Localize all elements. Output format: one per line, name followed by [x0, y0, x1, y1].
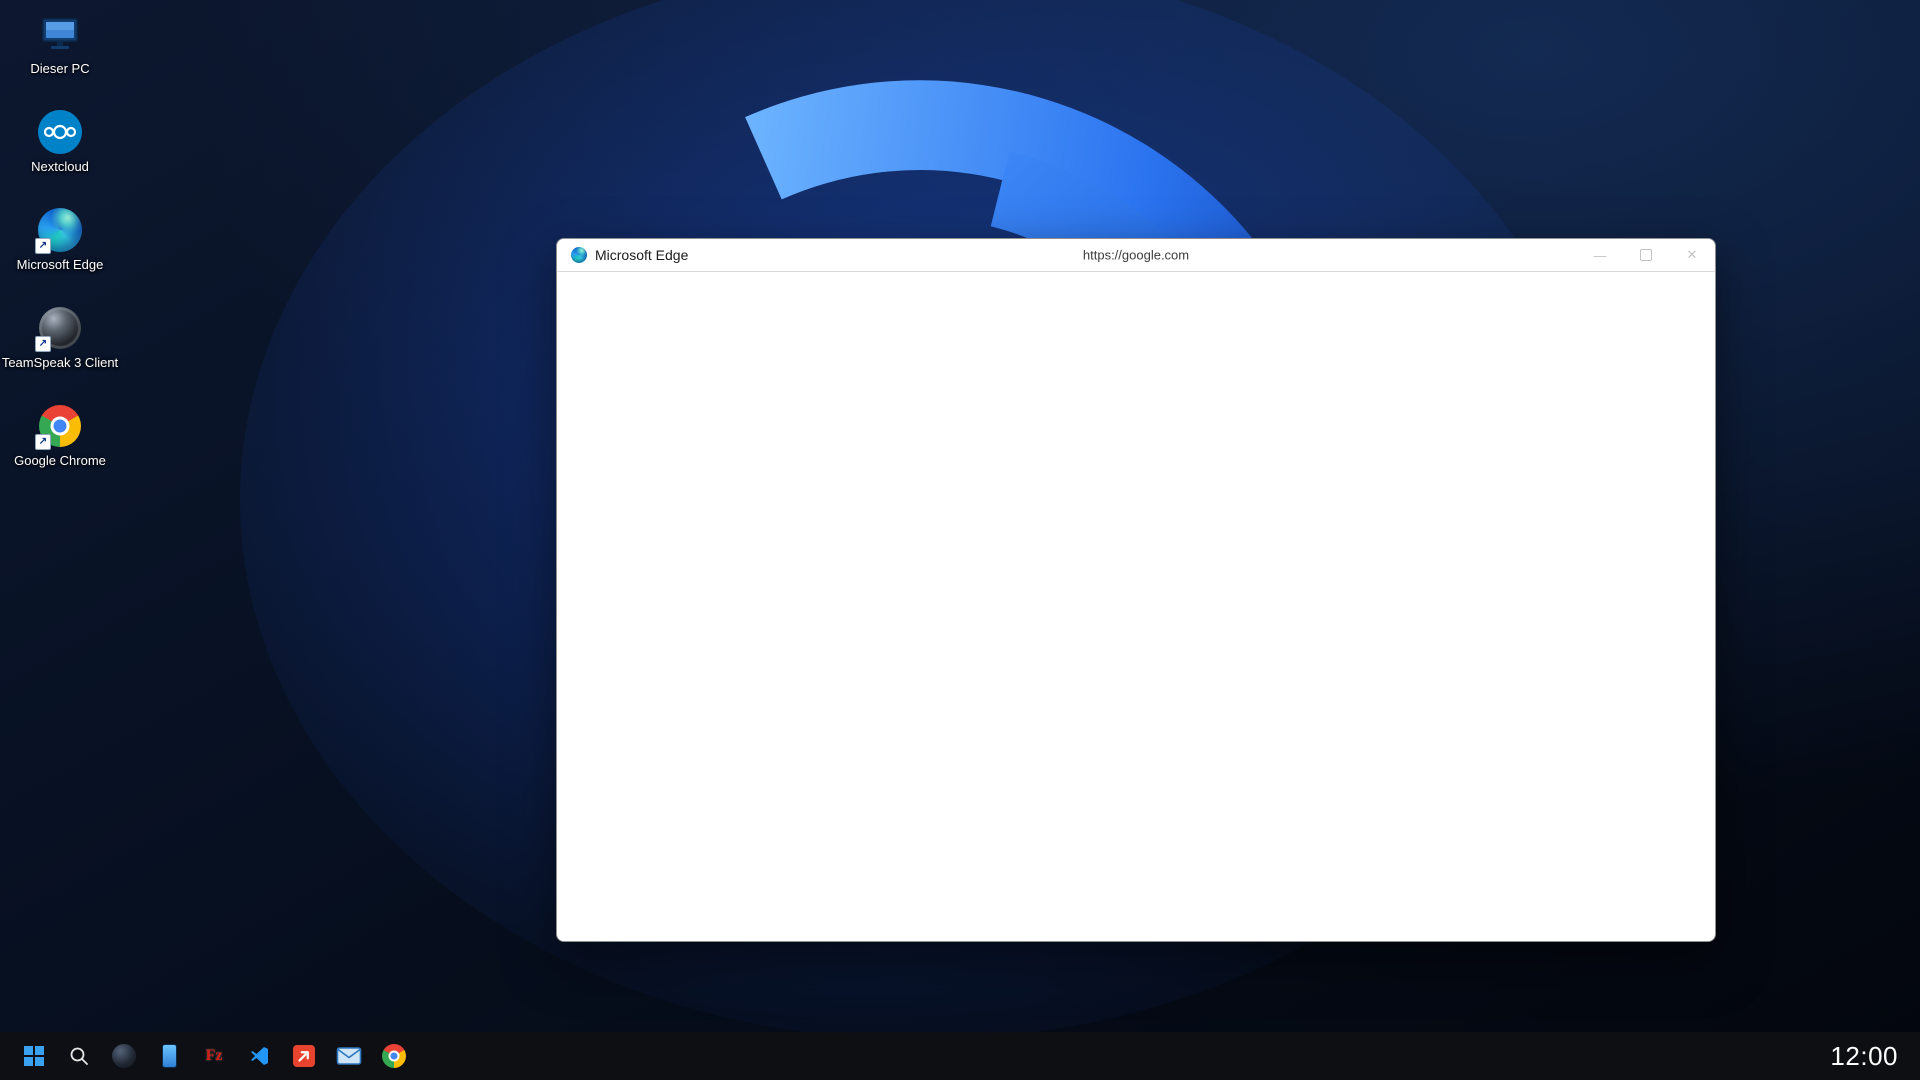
- shortcut-arrow-badge: ↗: [35, 238, 51, 254]
- close-icon: ✕: [1687, 247, 1698, 263]
- nextcloud-icon: [38, 110, 82, 154]
- start-button[interactable]: [14, 1036, 54, 1076]
- vscode-button[interactable]: [239, 1036, 279, 1076]
- dark-sphere-app-button[interactable]: [104, 1036, 144, 1076]
- desktop-icon-teamspeak[interactable]: ↗ TeamSpeak 3 Client: [12, 306, 108, 370]
- desktop-root: Dieser PC Nextcloud ↗ Microsoft Edge: [0, 0, 1920, 1080]
- edge-logo-icon: [571, 247, 587, 263]
- edge-window: Microsoft Edge https://google.com — ✕: [556, 238, 1716, 942]
- teamspeak-icon: ↗: [38, 306, 82, 350]
- desktop-icon-google-chrome[interactable]: ↗ Google Chrome: [12, 404, 108, 468]
- taskbar-clock[interactable]: 12:00: [1830, 1041, 1906, 1072]
- minimize-icon: —: [1594, 248, 1607, 263]
- chrome-taskbar-button[interactable]: [374, 1036, 414, 1076]
- phone-icon: [162, 1044, 177, 1068]
- search-icon: [67, 1044, 91, 1068]
- maximize-icon: [1640, 249, 1652, 261]
- shortcut-arrow-badge: ↗: [35, 336, 51, 352]
- red-arrow-app-icon: [293, 1045, 315, 1067]
- window-url-text: https://google.com: [1083, 248, 1189, 263]
- desktop-icon-label: Microsoft Edge: [17, 257, 104, 272]
- chrome-icon: ↗: [38, 404, 82, 448]
- this-pc-icon: [38, 12, 82, 56]
- filezilla-icon: Fz: [206, 1047, 223, 1065]
- desktop-icon-label: Google Chrome: [14, 453, 106, 468]
- phone-link-button[interactable]: [149, 1036, 189, 1076]
- window-controls: — ✕: [1577, 239, 1715, 271]
- desktop-icon-label: TeamSpeak 3 Client: [2, 355, 118, 370]
- vscode-icon: [247, 1044, 271, 1068]
- shortcut-arrow-badge: ↗: [35, 434, 51, 450]
- chrome-icon: [382, 1044, 406, 1068]
- titlebar-left: Microsoft Edge: [557, 247, 688, 263]
- search-button[interactable]: [59, 1036, 99, 1076]
- taskbar: Fz: [0, 1032, 1920, 1080]
- desktop-icon-label: Nextcloud: [31, 159, 89, 174]
- edge-icon: ↗: [38, 208, 82, 252]
- mail-button[interactable]: [329, 1036, 369, 1076]
- red-arrow-app-button[interactable]: [284, 1036, 324, 1076]
- desktop-icon-dieser-pc[interactable]: Dieser PC: [12, 12, 108, 76]
- desktop-icon-nextcloud[interactable]: Nextcloud: [12, 110, 108, 174]
- windows-logo-icon: [22, 1044, 46, 1068]
- minimize-button[interactable]: —: [1577, 239, 1623, 271]
- close-button[interactable]: ✕: [1669, 239, 1715, 271]
- taskbar-icon-group: Fz: [14, 1036, 414, 1076]
- desktop-icon-column: Dieser PC Nextcloud ↗ Microsoft Edge: [12, 12, 108, 468]
- maximize-button[interactable]: [1623, 239, 1669, 271]
- desktop-icon-label: Dieser PC: [30, 61, 89, 76]
- mail-icon: [336, 1046, 362, 1066]
- filezilla-button[interactable]: Fz: [194, 1036, 234, 1076]
- edge-titlebar[interactable]: Microsoft Edge https://google.com — ✕: [557, 239, 1715, 272]
- edge-content-area[interactable]: [557, 272, 1715, 941]
- dark-sphere-app-icon: [112, 1044, 136, 1068]
- window-title: Microsoft Edge: [595, 247, 688, 263]
- desktop-icon-microsoft-edge[interactable]: ↗ Microsoft Edge: [12, 208, 108, 272]
